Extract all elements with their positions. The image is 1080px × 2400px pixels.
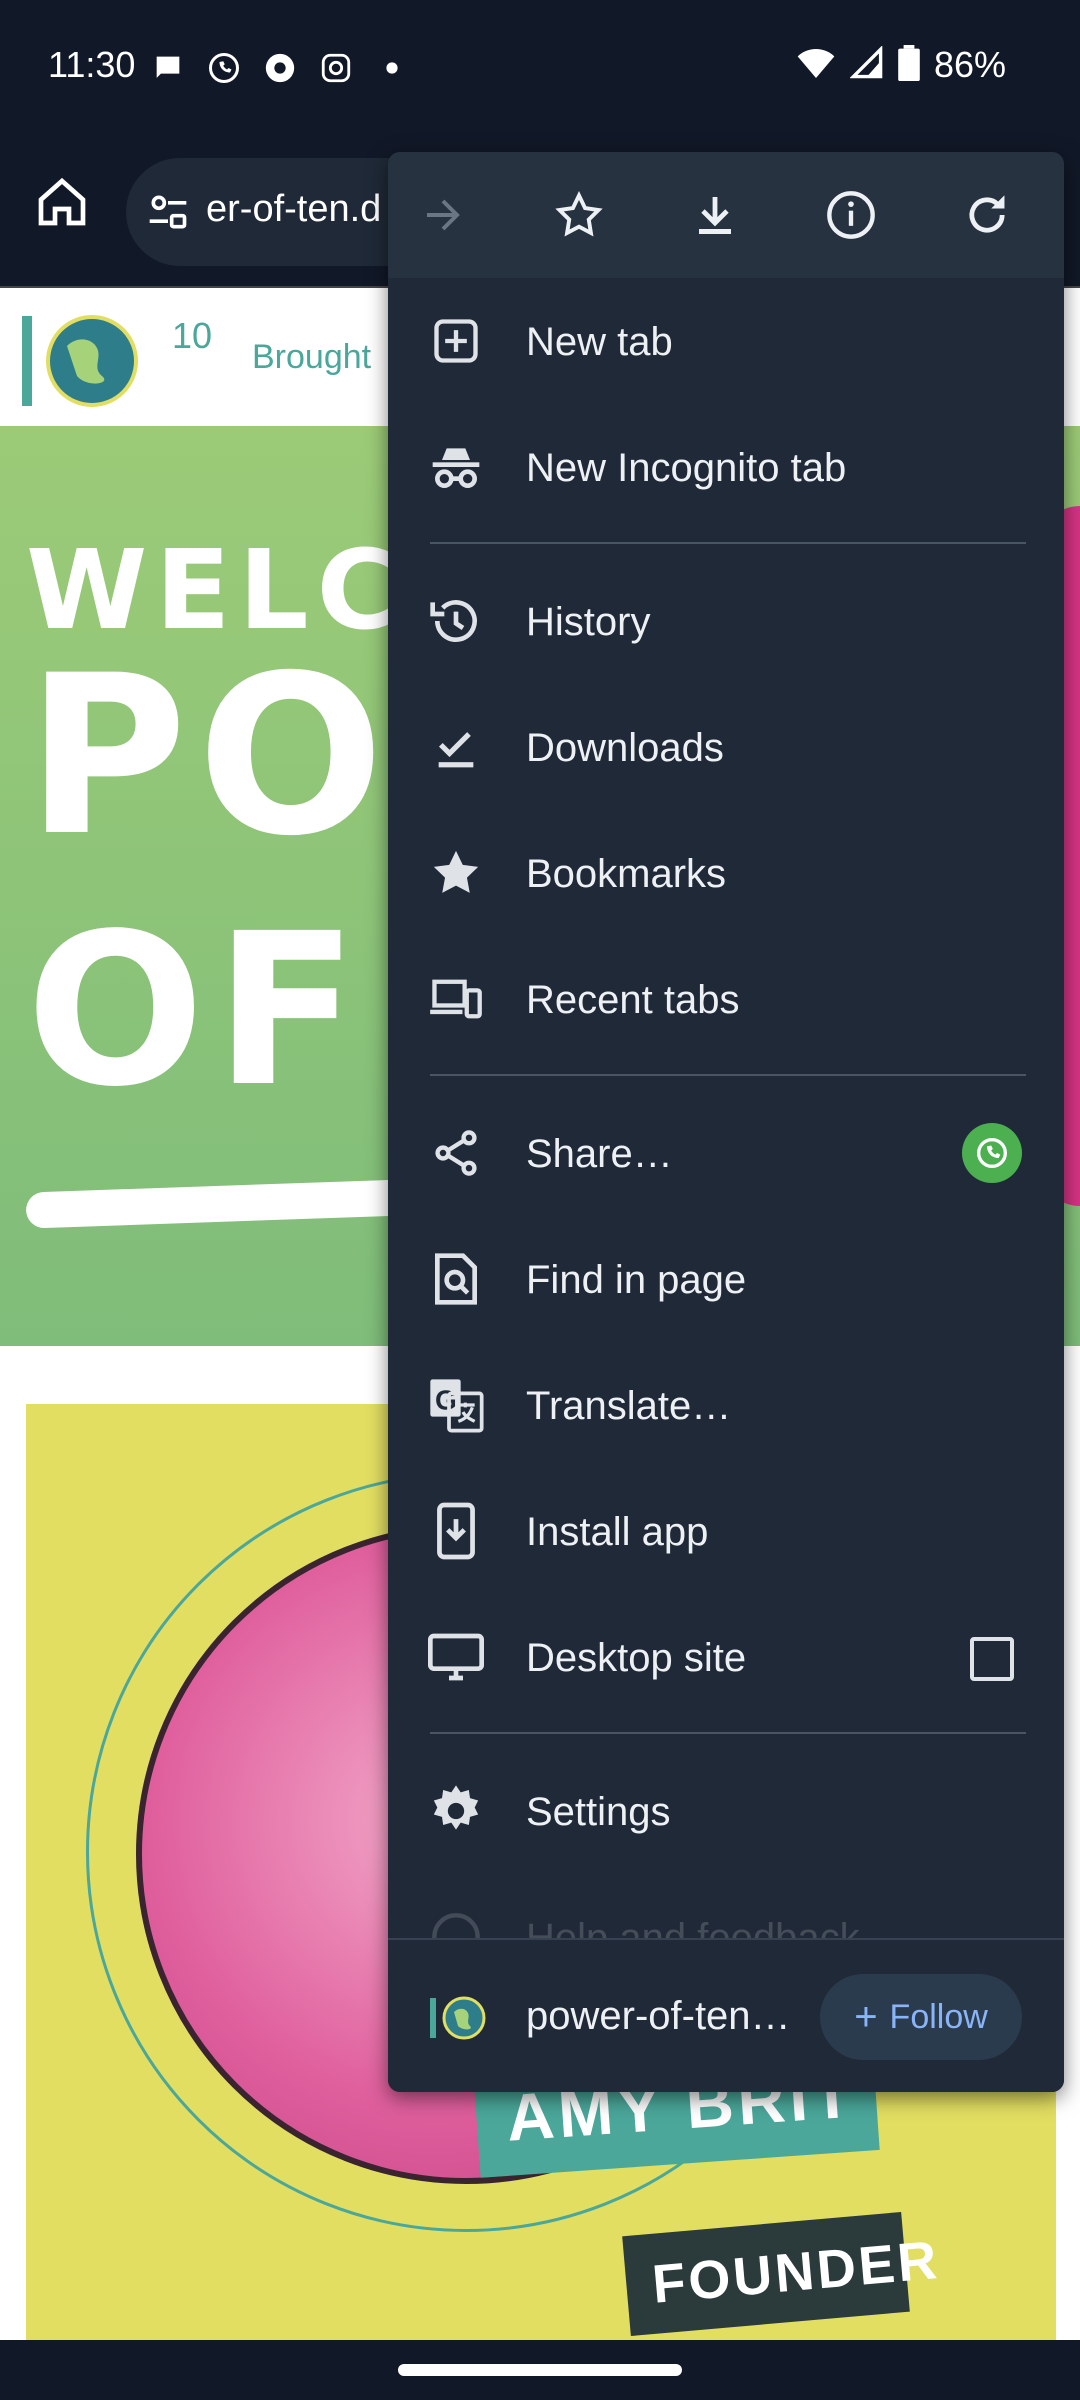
status-bar: 11:30 86% bbox=[0, 0, 1080, 140]
url-text: er-of-ten.d bbox=[206, 188, 382, 230]
menu-item-label: Install app bbox=[526, 1510, 709, 1554]
menu-item-install-app[interactable]: Install app bbox=[388, 1468, 1064, 1594]
menu-item-share[interactable]: Share… bbox=[388, 1090, 1064, 1216]
svg-text:10: 10 bbox=[172, 315, 212, 356]
brought-by-text: Brought bbox=[252, 338, 372, 376]
menu-item-label: Recent tabs bbox=[526, 978, 740, 1022]
site-settings-icon[interactable] bbox=[146, 190, 190, 234]
new-tab-icon bbox=[428, 313, 484, 369]
find-in-page-icon bbox=[428, 1251, 484, 1307]
menu-item-find-in-page[interactable]: Find in page bbox=[388, 1216, 1064, 1342]
menu-item-history[interactable]: History bbox=[388, 558, 1064, 684]
menu-action-row bbox=[388, 152, 1064, 278]
menu-item-label: Desktop site bbox=[526, 1636, 747, 1680]
menu-item-label: Translate… bbox=[526, 1384, 732, 1428]
menu-item-new-tab[interactable]: New tab bbox=[388, 278, 1064, 404]
menu-divider bbox=[430, 1074, 1026, 1076]
menu-divider bbox=[430, 1732, 1026, 1734]
battery-percent: 86% bbox=[933, 44, 1006, 85]
menu-item-label: Share… bbox=[526, 1132, 673, 1176]
menu-item-recent-tabs[interactable]: Recent tabs bbox=[388, 936, 1064, 1062]
refresh-button[interactable] bbox=[952, 180, 1022, 250]
chat-bubble-icon bbox=[148, 48, 188, 88]
gesture-nav-bar bbox=[0, 2340, 1080, 2400]
whatsapp-share-button[interactable] bbox=[962, 1123, 1022, 1183]
menu-divider bbox=[430, 542, 1026, 544]
bookmark-button[interactable] bbox=[544, 180, 614, 250]
menu-item-label: Downloads bbox=[526, 726, 724, 770]
download-icon bbox=[699, 197, 731, 234]
history-icon bbox=[428, 593, 484, 649]
footer-site-name: power-of-ten… bbox=[526, 1994, 791, 2038]
menu-footer: power-of-ten… + Follow bbox=[388, 1938, 1064, 2092]
desktop-icon bbox=[428, 1629, 484, 1685]
menu-item-translate[interactable]: G Translate… bbox=[388, 1342, 1064, 1468]
recent-tabs-icon bbox=[428, 971, 484, 1027]
bookmarks-icon bbox=[428, 845, 484, 901]
instagram-icon bbox=[316, 48, 356, 88]
forward-button[interactable] bbox=[408, 180, 478, 250]
site-logo[interactable]: 10 bbox=[22, 306, 222, 416]
menu-item-label: New tab bbox=[526, 320, 673, 364]
home-indicator[interactable] bbox=[398, 2364, 682, 2376]
refresh-icon bbox=[969, 195, 1005, 233]
whatsapp-icon bbox=[977, 1138, 1007, 1168]
chrome-icon bbox=[260, 48, 300, 88]
info-icon bbox=[827, 191, 875, 239]
svg-text:G: G bbox=[435, 1385, 457, 1416]
menu-item-new-incognito-tab[interactable]: New Incognito tab bbox=[388, 404, 1064, 530]
wifi-icon bbox=[796, 46, 836, 85]
overflow-menu: New tab New Incognito tab History Downlo… bbox=[388, 152, 1064, 2092]
share-icon bbox=[428, 1125, 484, 1181]
bookmark-star-icon bbox=[555, 191, 603, 237]
forward-arrow-icon bbox=[427, 199, 460, 231]
menu-item-label: History bbox=[526, 600, 651, 644]
site-favicon bbox=[430, 1996, 486, 2040]
whatsapp-icon bbox=[204, 48, 244, 88]
desktop-site-checkbox[interactable] bbox=[970, 1637, 1014, 1681]
incognito-icon bbox=[428, 439, 484, 495]
menu-item-bookmarks[interactable]: Bookmarks bbox=[388, 810, 1064, 936]
menu-item-label: Find in page bbox=[526, 1258, 747, 1302]
settings-icon bbox=[428, 1783, 484, 1839]
menu-item-downloads[interactable]: Downloads bbox=[388, 684, 1064, 810]
founder-banner: FOUNDER bbox=[622, 2211, 942, 2337]
menu-item-label: New Incognito tab bbox=[526, 446, 847, 490]
menu-item-label: Bookmarks bbox=[526, 852, 727, 896]
status-right: 86% bbox=[796, 44, 1006, 86]
notification-icons bbox=[148, 48, 412, 88]
translate-icon: G bbox=[428, 1377, 484, 1433]
dot-icon bbox=[372, 48, 412, 88]
home-button[interactable] bbox=[34, 174, 90, 230]
home-icon bbox=[38, 177, 86, 226]
plus-icon: + bbox=[854, 1995, 878, 2039]
menu-item-desktop-site[interactable]: Desktop site bbox=[388, 1594, 1064, 1720]
page-info-button[interactable] bbox=[816, 180, 886, 250]
follow-label: Follow bbox=[889, 1997, 988, 2036]
follow-button[interactable]: + Follow bbox=[820, 1974, 1022, 2060]
download-button[interactable] bbox=[680, 180, 750, 250]
battery-icon bbox=[898, 44, 920, 86]
menu-item-label: Settings bbox=[526, 1790, 671, 1834]
install-app-icon bbox=[428, 1502, 484, 1560]
menu-item-settings[interactable]: Settings bbox=[388, 1748, 1064, 1874]
hero-scribble bbox=[25, 1179, 407, 1229]
signal-icon bbox=[849, 44, 884, 85]
downloads-icon bbox=[428, 719, 484, 775]
hero-of-text: OF bbox=[26, 888, 368, 1133]
status-time: 11:30 bbox=[48, 44, 136, 85]
founder-text: FOUNDER bbox=[649, 2229, 943, 2315]
